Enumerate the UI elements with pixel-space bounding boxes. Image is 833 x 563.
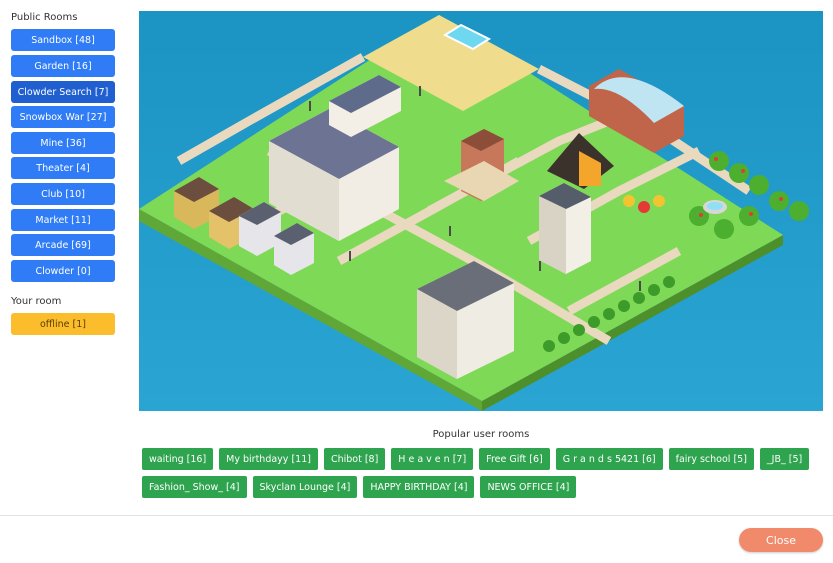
tall-tower — [539, 183, 591, 274]
room-button-market[interactable]: Market [11] — [11, 209, 115, 231]
footer-divider — [0, 515, 833, 516]
popular-room-chip[interactable]: Chibot [8] — [323, 448, 386, 470]
world-map[interactable] — [139, 11, 823, 411]
popular-room-chip[interactable]: H e a v e n [7] — [391, 448, 474, 470]
room-button-theater[interactable]: Theater [4] — [11, 157, 115, 179]
room-button-club[interactable]: Club [10] — [11, 183, 115, 205]
popular-room-chip[interactable]: Fashion_ Show_ [4] — [142, 476, 247, 498]
popular-room-chip[interactable]: My birthdayy [11] — [219, 448, 318, 470]
room-button-snowbox-war[interactable]: Snowbox War [27] — [11, 106, 115, 128]
popular-room-chip[interactable]: fairy school [5] — [668, 448, 754, 470]
popular-rooms-row-1: waiting [16] My birthdayy [11] Chibot [8… — [142, 448, 810, 470]
your-room-title: Your room — [11, 296, 62, 307]
popular-room-chip[interactable]: NEWS OFFICE [4] — [480, 476, 577, 498]
popular-room-chip[interactable]: waiting [16] — [142, 448, 214, 470]
popular-rooms-row-2: Fashion_ Show_ [4] Skyclan Lounge [4] HA… — [142, 476, 577, 498]
room-button-clowder-search[interactable]: Clowder Search [7] — [11, 81, 115, 103]
popular-room-chip[interactable]: HAPPY BIRTHDAY [4] — [363, 476, 475, 498]
room-button-sandbox[interactable]: Sandbox [48] — [11, 29, 115, 51]
popular-room-chip[interactable]: Skyclan Lounge [4] — [252, 476, 358, 498]
room-button-garden[interactable]: Garden [16] — [11, 55, 115, 77]
fountain — [703, 200, 727, 214]
room-button-clowder[interactable]: Clowder [0] — [11, 260, 115, 282]
popular-rooms-title: Popular user rooms — [432, 429, 530, 440]
own-room-button[interactable]: offline [1] — [11, 313, 115, 335]
close-button[interactable]: Close — [739, 528, 823, 552]
world-map-graphic — [139, 11, 823, 411]
popular-room-chip[interactable]: G r a n d s 5421 [6] — [555, 448, 663, 470]
popular-room-chip[interactable]: _JB_ [5] — [759, 448, 810, 470]
public-rooms-title: Public Rooms — [11, 12, 78, 23]
popular-room-chip[interactable]: Free Gift [6] — [479, 448, 550, 470]
room-button-mine[interactable]: Mine [36] — [11, 132, 115, 154]
room-button-arcade[interactable]: Arcade [69] — [11, 234, 115, 256]
